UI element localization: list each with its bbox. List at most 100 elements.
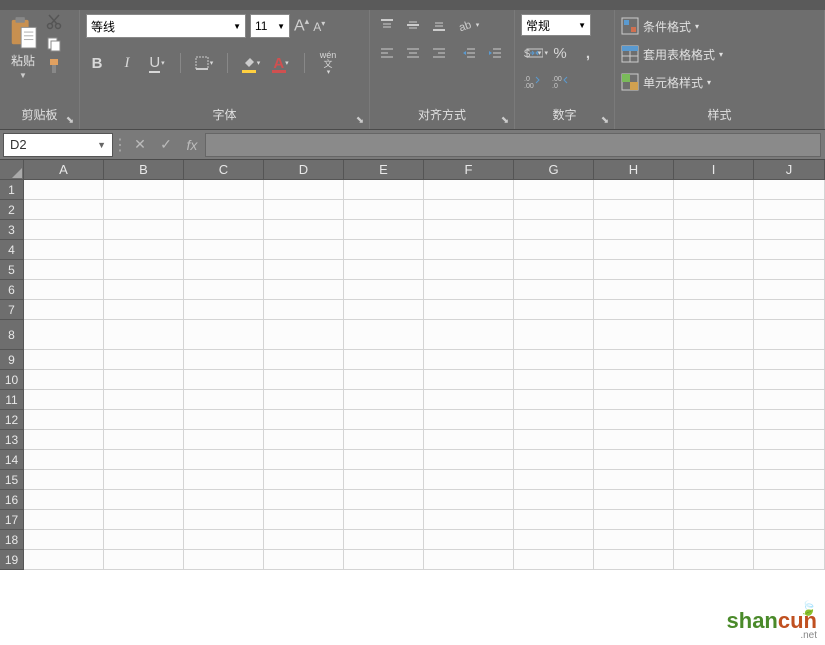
cell[interactable]: [424, 280, 514, 300]
cell[interactable]: [424, 180, 514, 200]
cell[interactable]: [674, 470, 754, 490]
row-header[interactable]: 15: [0, 470, 24, 490]
column-header[interactable]: J: [754, 160, 825, 180]
row-header[interactable]: 17: [0, 510, 24, 530]
cell[interactable]: [674, 390, 754, 410]
table-format-button[interactable]: 套用表格格式 ▾: [621, 42, 723, 66]
cell[interactable]: [344, 200, 424, 220]
cell[interactable]: [514, 320, 594, 350]
align-bottom-button[interactable]: [428, 14, 450, 36]
cell[interactable]: [674, 240, 754, 260]
cell[interactable]: [514, 350, 594, 370]
cell[interactable]: [594, 300, 674, 320]
column-header[interactable]: B: [104, 160, 184, 180]
cell[interactable]: [344, 220, 424, 240]
cell[interactable]: [514, 490, 594, 510]
cell[interactable]: [594, 220, 674, 240]
cell[interactable]: [184, 350, 264, 370]
cell[interactable]: [754, 510, 825, 530]
column-header[interactable]: H: [594, 160, 674, 180]
cell[interactable]: [514, 410, 594, 430]
row-header[interactable]: 2: [0, 200, 24, 220]
cell[interactable]: [24, 350, 104, 370]
row-header[interactable]: 19: [0, 550, 24, 570]
cell[interactable]: [24, 260, 104, 280]
row-header[interactable]: 10: [0, 370, 24, 390]
cell[interactable]: [104, 300, 184, 320]
cell[interactable]: [514, 550, 594, 570]
cell[interactable]: [514, 180, 594, 200]
cell[interactable]: [344, 510, 424, 530]
cell[interactable]: [674, 510, 754, 530]
cut-button[interactable]: [46, 14, 62, 30]
cell[interactable]: [514, 430, 594, 450]
cell[interactable]: [104, 370, 184, 390]
cell[interactable]: [264, 470, 344, 490]
cell[interactable]: [754, 490, 825, 510]
orientation-button[interactable]: ab▾: [458, 14, 480, 36]
row-header[interactable]: 11: [0, 390, 24, 410]
row-header[interactable]: 14: [0, 450, 24, 470]
cell[interactable]: [344, 450, 424, 470]
cell[interactable]: [184, 430, 264, 450]
cell[interactable]: [424, 300, 514, 320]
cell[interactable]: [754, 470, 825, 490]
row-header[interactable]: 13: [0, 430, 24, 450]
row-header[interactable]: 18: [0, 530, 24, 550]
cell[interactable]: [264, 370, 344, 390]
cell[interactable]: [424, 370, 514, 390]
cell[interactable]: [184, 280, 264, 300]
cell[interactable]: [674, 300, 754, 320]
cell[interactable]: [184, 390, 264, 410]
cell[interactable]: [104, 530, 184, 550]
cell[interactable]: [24, 550, 104, 570]
font-size-select[interactable]: 11 ▼: [250, 14, 290, 38]
row-header[interactable]: 6: [0, 280, 24, 300]
cell[interactable]: [184, 220, 264, 240]
cell[interactable]: [184, 240, 264, 260]
cell[interactable]: [24, 320, 104, 350]
cell[interactable]: [674, 370, 754, 390]
cell[interactable]: [514, 470, 594, 490]
cell[interactable]: [344, 280, 424, 300]
cell[interactable]: [594, 490, 674, 510]
cell[interactable]: [184, 320, 264, 350]
cell[interactable]: [104, 410, 184, 430]
cell[interactable]: [104, 260, 184, 280]
cell[interactable]: [344, 490, 424, 510]
column-header[interactable]: E: [344, 160, 424, 180]
cell[interactable]: [674, 200, 754, 220]
decrease-indent-button[interactable]: [458, 42, 480, 64]
cell[interactable]: [184, 180, 264, 200]
format-painter-button[interactable]: [46, 58, 62, 74]
cell[interactable]: [424, 450, 514, 470]
cell[interactable]: [264, 430, 344, 450]
cell[interactable]: [754, 280, 825, 300]
row-header[interactable]: 1: [0, 180, 24, 200]
cell[interactable]: [754, 300, 825, 320]
cell[interactable]: [264, 510, 344, 530]
font-launcher[interactable]: ⬊: [353, 113, 367, 127]
cell[interactable]: [674, 450, 754, 470]
cell[interactable]: [104, 490, 184, 510]
cell[interactable]: [514, 370, 594, 390]
cell[interactable]: [594, 240, 674, 260]
cell[interactable]: [424, 410, 514, 430]
cell[interactable]: [674, 260, 754, 280]
cell[interactable]: [514, 450, 594, 470]
cell[interactable]: [754, 550, 825, 570]
cell[interactable]: [674, 490, 754, 510]
cell[interactable]: [344, 530, 424, 550]
cell[interactable]: [424, 530, 514, 550]
cell[interactable]: [264, 390, 344, 410]
cell[interactable]: [674, 280, 754, 300]
currency-button[interactable]: $▾: [521, 42, 543, 64]
cell[interactable]: [264, 320, 344, 350]
row-header[interactable]: 9: [0, 350, 24, 370]
cell[interactable]: [594, 370, 674, 390]
cell[interactable]: [104, 180, 184, 200]
cell[interactable]: [184, 300, 264, 320]
cell[interactable]: [264, 530, 344, 550]
cell[interactable]: [594, 430, 674, 450]
cell[interactable]: [104, 390, 184, 410]
